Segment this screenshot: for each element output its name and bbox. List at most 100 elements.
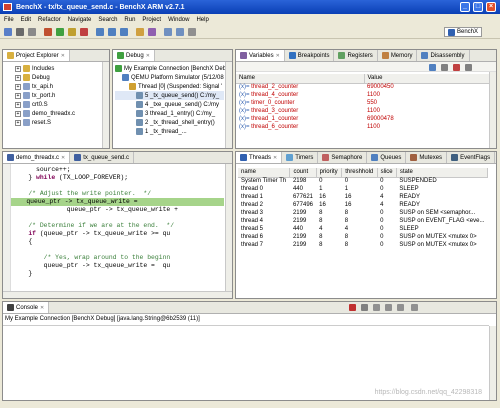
- tab-memory[interactable]: Memory: [378, 50, 418, 61]
- forward-icon[interactable]: [176, 28, 184, 36]
- column-header-slice[interactable]: slice: [377, 168, 397, 178]
- expand-toggle[interactable]: +: [15, 119, 21, 126]
- column-header-threshhold[interactable]: threshhold: [341, 168, 378, 178]
- search-icon[interactable]: [148, 28, 156, 36]
- column-header-name[interactable]: Name: [236, 74, 365, 84]
- column-header-state[interactable]: state: [396, 168, 489, 178]
- collapse-icon[interactable]: [429, 64, 436, 71]
- step-over-icon[interactable]: [108, 28, 116, 36]
- resume-icon[interactable]: [68, 28, 76, 36]
- tab-eventflags[interactable]: EventFlags: [447, 152, 496, 163]
- menu-help[interactable]: Help: [196, 17, 208, 23]
- display-console-icon[interactable]: [411, 304, 418, 311]
- expand-toggle[interactable]: +: [15, 92, 21, 99]
- tab-threads[interactable]: Threads ✕: [236, 152, 283, 163]
- expand-toggle[interactable]: +: [15, 65, 21, 72]
- table-row[interactable]: thread 1 677621 16 16 4 READY: [238, 193, 488, 201]
- expand-toggle[interactable]: +: [15, 74, 21, 81]
- vertical-scrollbar[interactable]: [225, 164, 232, 298]
- menu-file[interactable]: File: [4, 17, 14, 23]
- window-title-bar[interactable]: BenchX - tx/tx_queue_send.c - BenchX ARM…: [0, 0, 500, 14]
- close-icon[interactable]: ✕: [40, 305, 44, 311]
- step-return-icon[interactable]: [120, 28, 128, 36]
- debug-icon[interactable]: [44, 28, 52, 36]
- column-header-name[interactable]: name: [238, 168, 291, 178]
- menu-navigate[interactable]: Navigate: [68, 17, 92, 23]
- tree-item[interactable]: + crt0.S: [5, 100, 101, 109]
- close-icon[interactable]: ✕: [273, 155, 277, 161]
- tree-item[interactable]: + tx_api.h: [5, 82, 101, 91]
- debug-tree-item[interactable]: Thread [0] (Suspended: Signal ': [115, 82, 224, 91]
- table-row[interactable]: thread 0 440 1 1 0 SLEEP: [238, 185, 488, 193]
- column-header-value[interactable]: Value: [364, 74, 491, 84]
- table-row[interactable]: (x)= thread_1_counter 69000478: [236, 115, 491, 123]
- close-button[interactable]: ×: [486, 2, 496, 12]
- column-header-priority[interactable]: priority: [316, 168, 343, 178]
- tab-tx-queue-send-c[interactable]: tx_queue_send.c: [70, 152, 134, 163]
- tab-debug[interactable]: Debug ✕: [113, 50, 155, 61]
- terminate-icon[interactable]: [349, 304, 356, 311]
- tree-item[interactable]: + Includes: [5, 64, 101, 73]
- table-row[interactable]: (x)= timer_0_counter 550: [236, 99, 491, 107]
- table-row[interactable]: (x)= thread_2_counter 69000450: [236, 83, 491, 91]
- table-row[interactable]: (x)= thread_4_counter 1100: [236, 91, 491, 99]
- perspective-switcher[interactable]: BenchX: [443, 27, 482, 37]
- tab-mutexes[interactable]: Mutexes: [406, 152, 448, 163]
- stop-icon[interactable]: [80, 28, 88, 36]
- clear-console-icon[interactable]: [373, 304, 380, 311]
- tab-project-explorer[interactable]: Project Explorer ✕: [3, 50, 70, 61]
- back-icon[interactable]: [164, 28, 172, 36]
- debug-tree-item[interactable]: 3 thread_1_entry() C:/my_: [115, 109, 224, 118]
- debug-tree-item[interactable]: 4 _txe_queue_send() C:/my: [115, 100, 224, 109]
- new-icon[interactable]: [4, 28, 12, 36]
- debug-tree-item[interactable]: My Example Connection [BenchX Debug] [C/…: [115, 64, 232, 73]
- table-row[interactable]: thread 2 677496 16 16 4 READY: [238, 201, 488, 209]
- tree-item[interactable]: + reset.S: [5, 118, 101, 127]
- menu-search[interactable]: Search: [98, 17, 117, 23]
- menu-project[interactable]: Project: [142, 17, 161, 23]
- history-icon[interactable]: [188, 28, 196, 36]
- close-icon[interactable]: ✕: [61, 155, 65, 161]
- debug-tree-item[interactable]: 1 _tx_thread_...: [115, 127, 224, 136]
- tab-semaphore[interactable]: Semaphore: [318, 152, 368, 163]
- tree-item[interactable]: + Debug: [5, 73, 101, 82]
- menu-window[interactable]: Window: [168, 17, 189, 23]
- table-row[interactable]: thread 4 2199 8 8 0 SUSP on EVENT_FLAG <eve..…: [238, 217, 488, 225]
- scroll-lock-icon[interactable]: [385, 304, 392, 311]
- expand-toggle[interactable]: +: [15, 101, 21, 108]
- tab-breakpoints[interactable]: Breakpoints: [285, 50, 335, 61]
- column-header-count[interactable]: count: [289, 168, 317, 178]
- menu-run[interactable]: Run: [124, 17, 135, 23]
- tab-timers[interactable]: Timers: [282, 152, 319, 163]
- code-editor[interactable]: source++; } while (TX_LOOP_FOREVER); /* …: [11, 166, 224, 278]
- table-row[interactable]: thread 6 2199 8 8 0 SUSP on MUTEX <mutex 0>: [238, 233, 488, 241]
- tab-disassembly[interactable]: Disassembly: [417, 50, 470, 61]
- save-icon[interactable]: [16, 28, 24, 36]
- tree-item[interactable]: + tx_port.h: [5, 91, 101, 100]
- tree-item[interactable]: + demo_threadx.c: [5, 109, 101, 118]
- horizontal-scrollbar[interactable]: [3, 291, 232, 298]
- tab-variables[interactable]: Variables ✕: [236, 50, 285, 61]
- tab-demo-threadx-c[interactable]: demo_threadx.c ✕: [3, 152, 71, 163]
- vertical-scrollbar[interactable]: [489, 326, 496, 400]
- menu-refactor[interactable]: Refactor: [38, 17, 61, 23]
- step-into-icon[interactable]: [96, 28, 104, 36]
- menu-edit[interactable]: Edit: [21, 17, 31, 23]
- table-row[interactable]: System Timer Th 2198 0 0 0 SUSPENDED: [238, 177, 488, 185]
- debug-tree-item[interactable]: QEMU Platform Simulator (5/12/08 ...: [115, 73, 230, 82]
- close-icon[interactable]: ✕: [276, 53, 280, 59]
- run-icon[interactable]: [56, 28, 64, 36]
- debug-tree-item[interactable]: 2 _tx_thread_shell_entry(): [115, 118, 224, 127]
- table-row[interactable]: thread 7 2199 8 8 0 SUSP on MUTEX <mutex 0>: [238, 241, 488, 249]
- close-icon[interactable]: ✕: [146, 53, 150, 59]
- tab-queues[interactable]: Queues: [367, 152, 407, 163]
- table-row[interactable]: (x)= thread_6_counter 1100: [236, 123, 491, 131]
- print-icon[interactable]: [28, 28, 36, 36]
- table-row[interactable]: thread 3 2199 8 8 0 SUSP on SEM <semaphor...: [238, 209, 488, 217]
- tab-console[interactable]: Console ✕: [3, 302, 50, 313]
- open-folder-icon[interactable]: [136, 28, 144, 36]
- tab-registers[interactable]: Registers: [334, 50, 378, 61]
- remove-launch-icon[interactable]: [361, 304, 368, 311]
- menu-icon[interactable]: [465, 64, 472, 71]
- debug-tree-item[interactable]: 5 _tx_queue_send() C:/my_: [115, 91, 224, 100]
